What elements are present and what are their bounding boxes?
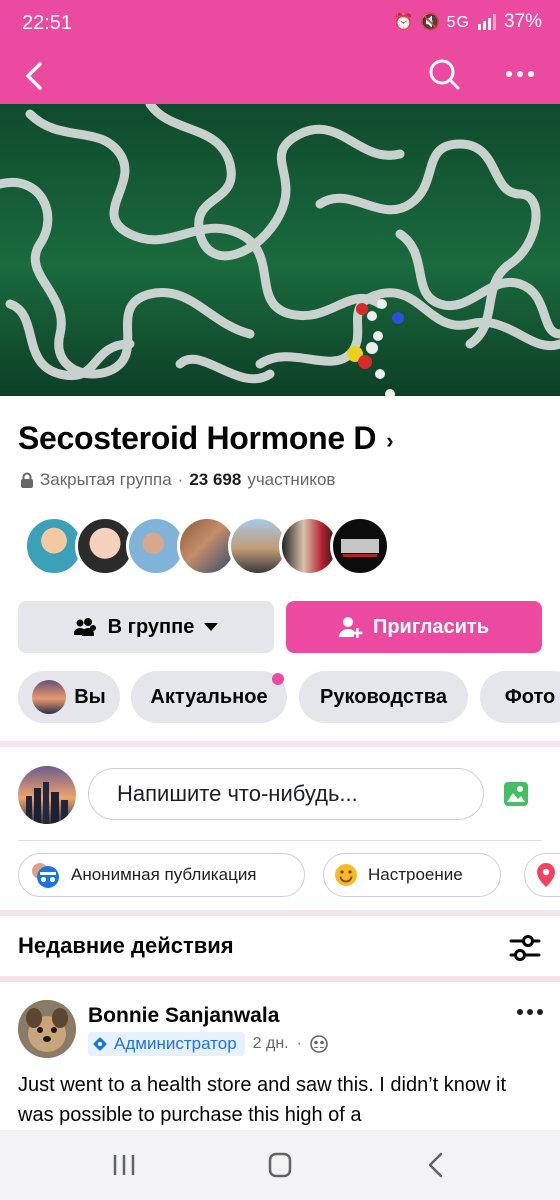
signal-icon — [477, 14, 496, 30]
system-back-icon[interactable] — [416, 1148, 456, 1182]
meta-separator: · — [177, 470, 184, 489]
user-avatar — [32, 680, 67, 714]
admin-badge: Администратор — [88, 1032, 245, 1056]
member-avatar[interactable] — [330, 516, 390, 576]
add-person-icon — [338, 617, 363, 638]
smiley-icon — [335, 864, 357, 886]
section-divider — [0, 910, 560, 916]
section-divider — [0, 741, 560, 747]
anonymous-post-label: Анонимная публикация — [71, 865, 257, 884]
more-dots-icon[interactable] — [500, 54, 540, 94]
location-pin-icon — [537, 863, 555, 887]
admin-label: Администратор — [114, 1034, 237, 1053]
tab-label: Вы — [74, 685, 106, 708]
checkin-button[interactable] — [524, 853, 560, 897]
anonymous-icon — [32, 863, 59, 888]
meta-separator: · — [296, 1035, 302, 1052]
post-author-avatar[interactable] — [18, 1000, 76, 1058]
composer-divider — [18, 840, 542, 841]
top-app-bar — [0, 48, 560, 104]
status-bar: 22:51 ⏰ 🔇 5G 37% — [0, 0, 560, 48]
tab-label: Фото — [504, 685, 556, 708]
group-audience-icon — [310, 1035, 328, 1053]
group-title-row[interactable]: Secosteroid Hormone D › — [18, 420, 394, 457]
tab-label: Руководства — [320, 685, 447, 708]
post-options-icon[interactable] — [512, 1000, 548, 1024]
post-body-text: Just went to a health store and saw this… — [18, 1074, 507, 1126]
post-author-name[interactable]: Bonnie Sanjanwala — [88, 1004, 279, 1028]
group-title: Secosteroid Hormone D — [18, 420, 377, 456]
composer-placeholder: Напишите что-нибудь... — [117, 781, 358, 806]
recent-apps-icon[interactable] — [104, 1148, 144, 1182]
caret-down-icon — [204, 623, 219, 631]
anonymous-post-button[interactable]: Анонимная публикация — [18, 853, 305, 897]
new-activity-dot — [272, 673, 284, 685]
mood-label: Настроение — [368, 865, 463, 884]
member-label: участников — [247, 470, 336, 489]
system-navigation-bar — [0, 1130, 560, 1200]
chevron-right-icon: › — [386, 427, 394, 453]
protein-structure-image — [0, 104, 560, 396]
joined-label: В группе — [107, 615, 195, 638]
photo-icon[interactable] — [502, 780, 530, 808]
tab-photos[interactable]: Фото — [480, 671, 560, 723]
invite-button[interactable]: Пригласить — [286, 601, 542, 653]
tab-guides[interactable]: Руководства — [299, 671, 468, 723]
group-privacy: Закрытая группа — [40, 470, 172, 489]
group-cover-photo[interactable] — [0, 104, 560, 396]
group-tabs: Вы Актуальное Руководства Фото — [18, 671, 560, 723]
sort-filter-icon[interactable] — [508, 932, 542, 964]
group-members-icon — [73, 618, 96, 636]
member-count: 23 698 — [189, 470, 242, 489]
write-something-input[interactable]: Напишите что-нибудь... — [88, 768, 484, 820]
group-meta: Закрытая группа · 23 698 участников — [20, 470, 335, 490]
tab-featured[interactable]: Актуальное — [131, 671, 287, 723]
status-icons: ⏰ 🔇 5G — [393, 14, 470, 31]
joined-group-button[interactable]: В группе — [18, 601, 274, 653]
logo-icon — [341, 539, 379, 557]
tab-label: Актуальное — [150, 685, 268, 708]
status-indicators: ⏰ 🔇 5G 37% — [394, 11, 542, 33]
admin-shield-icon — [93, 1037, 107, 1051]
lock-icon — [21, 472, 33, 488]
search-icon[interactable] — [424, 54, 464, 94]
back-arrow-icon[interactable] — [18, 56, 54, 96]
invite-label: Пригласить — [372, 615, 490, 638]
battery-level: 37% — [503, 11, 542, 32]
composer-avatar[interactable] — [18, 766, 76, 824]
home-icon[interactable] — [260, 1148, 300, 1182]
city-skyline-image — [18, 766, 76, 824]
post-time[interactable]: 2 дн. — [253, 1035, 289, 1053]
post-meta: Администратор 2 дн. · — [88, 1032, 328, 1056]
tab-you[interactable]: Вы — [18, 671, 120, 723]
dog-photo — [18, 1000, 76, 1058]
mood-button[interactable]: Настроение — [323, 853, 501, 897]
recent-activity-title: Недавние действия — [18, 933, 234, 958]
status-time: 22:51 — [22, 12, 73, 34]
section-divider — [0, 976, 560, 982]
